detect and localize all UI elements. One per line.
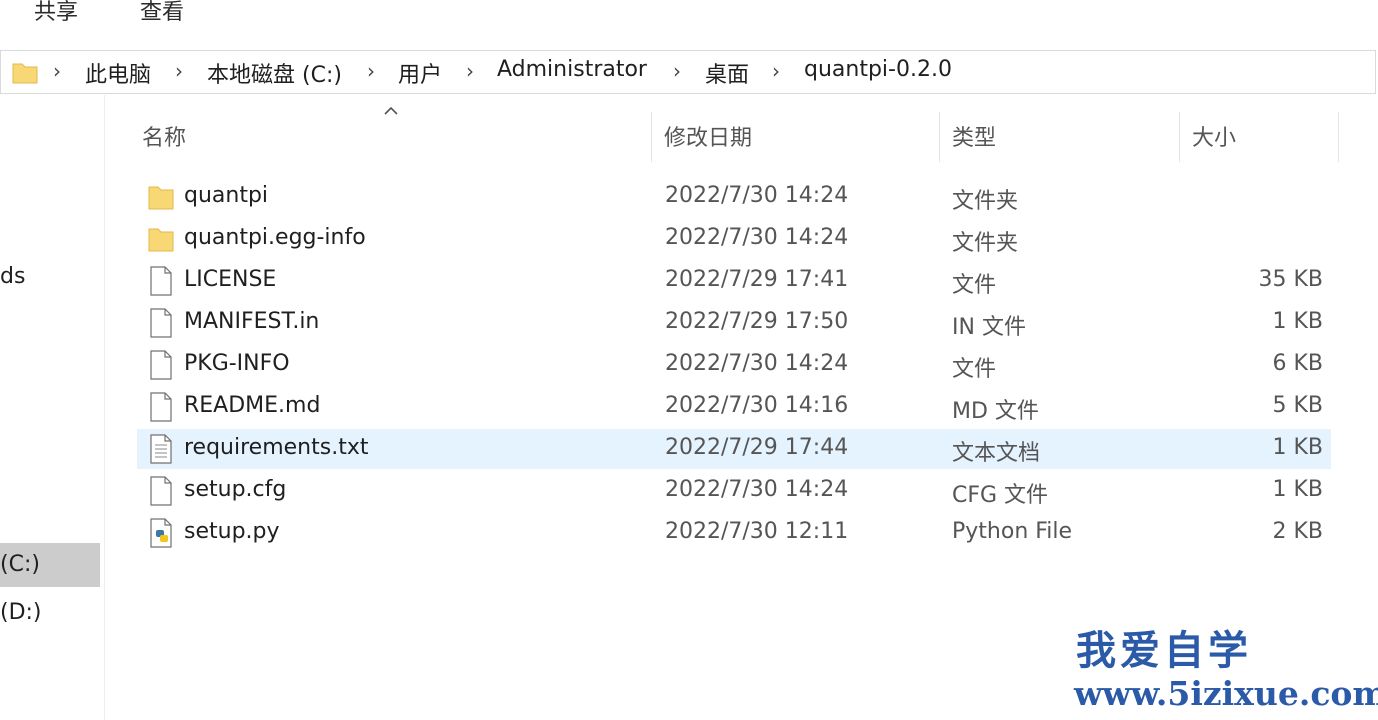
file-name: quantpi (184, 183, 269, 208)
file-date: 2022/7/30 14:24 (665, 225, 849, 250)
file-name: PKG-INFO (184, 351, 290, 376)
breadcrumb-administrator[interactable]: Administrator (497, 57, 647, 82)
file-name: setup.py (184, 519, 280, 544)
tab-share[interactable]: 共享 (34, 0, 78, 26)
breadcrumb-local-disk[interactable]: 本地磁盘 (C:) (207, 57, 342, 89)
file-row[interactable]: MANIFEST.in 2022/7/29 17:50 IN 文件 1 KB (137, 303, 1331, 343)
file-type: IN 文件 (952, 315, 1026, 340)
file-icon (150, 350, 172, 380)
nav-item-drive-d[interactable]: (D:) (0, 591, 100, 635)
ribbon: 共享 查看 (0, 0, 1378, 44)
file-row[interactable]: setup.py 2022/7/30 12:11 Python File 2 K… (137, 513, 1331, 553)
file-type: 文件夹 (952, 189, 1019, 214)
file-type: 文件夹 (952, 231, 1019, 256)
watermark-title: 我爱自学 (1076, 627, 1252, 674)
sort-ascending-icon[interactable] (381, 104, 401, 118)
file-row[interactable]: setup.cfg 2022/7/30 14:24 CFG 文件 1 KB (137, 471, 1331, 511)
file-icon (150, 308, 172, 338)
file-size: 5 KB (1272, 393, 1323, 418)
file-row[interactable]: PKG-INFO 2022/7/30 14:24 文件 6 KB (137, 345, 1331, 385)
file-name: quantpi.egg-info (184, 225, 366, 250)
file-name: README.md (184, 393, 321, 418)
file-row[interactable]: LICENSE 2022/7/29 17:41 文件 35 KB (137, 261, 1331, 301)
column-divider[interactable] (1338, 112, 1339, 162)
file-date: 2022/7/30 14:24 (665, 183, 849, 208)
file-size: 2 KB (1272, 519, 1323, 544)
chevron-right-icon[interactable]: › (673, 59, 681, 83)
watermark-url: www.5izixue.com (1074, 674, 1378, 713)
breadcrumb-users[interactable]: 用户 (398, 57, 442, 89)
file-row[interactable]: README.md 2022/7/30 14:16 MD 文件 5 KB (137, 387, 1331, 427)
file-name: setup.cfg (184, 477, 287, 502)
file-type: CFG 文件 (952, 483, 1049, 508)
breadcrumb-current-folder[interactable]: quantpi-0.2.0 (804, 57, 952, 82)
chevron-right-icon[interactable]: › (367, 59, 375, 83)
file-date: 2022/7/29 17:44 (665, 435, 849, 460)
nav-item-drive-c[interactable]: (C:) (0, 543, 100, 587)
file-type: MD 文件 (952, 399, 1039, 424)
navigation-pane: ds (C:) (D:) (0, 95, 105, 720)
file-date: 2022/7/30 14:16 (665, 393, 849, 418)
file-size: 1 KB (1272, 477, 1323, 502)
column-divider[interactable] (939, 112, 940, 162)
chevron-right-icon[interactable]: › (175, 59, 183, 83)
chevron-right-icon[interactable]: › (466, 59, 474, 83)
chevron-right-icon[interactable]: › (53, 59, 61, 83)
file-date: 2022/7/29 17:50 (665, 309, 849, 334)
column-header-type[interactable]: 类型 (952, 120, 996, 152)
file-icon (150, 266, 172, 296)
file-date: 2022/7/30 14:24 (665, 351, 849, 376)
column-header-name[interactable]: 名称 (142, 120, 186, 152)
file-name: LICENSE (184, 267, 277, 292)
breadcrumb-this-pc[interactable]: 此电脑 (85, 57, 151, 89)
file-date: 2022/7/30 12:11 (665, 519, 849, 544)
file-type: Python File (952, 519, 1073, 544)
file-icon (150, 476, 172, 506)
column-divider[interactable] (651, 112, 652, 162)
nav-item-downloads[interactable]: ds (0, 255, 100, 299)
file-size: 35 KB (1258, 267, 1323, 292)
breadcrumb-desktop[interactable]: 桌面 (705, 57, 749, 89)
file-row[interactable]: quantpi.egg-info 2022/7/30 14:24 文件夹 (137, 219, 1331, 259)
column-divider[interactable] (1179, 112, 1180, 162)
file-type: 文本文档 (952, 441, 1041, 466)
file-icon (150, 392, 172, 422)
tab-view[interactable]: 查看 (140, 0, 184, 26)
address-bar[interactable]: › 此电脑 › 本地磁盘 (C:) › 用户 › Administrator ›… (0, 50, 1376, 94)
file-name: requirements.txt (184, 435, 369, 460)
file-type: 文件 (952, 357, 997, 382)
file-size: 6 KB (1272, 351, 1323, 376)
file-date: 2022/7/29 17:41 (665, 267, 849, 292)
python-file-icon (150, 518, 172, 548)
file-name: MANIFEST.in (184, 309, 320, 334)
file-date: 2022/7/30 14:24 (665, 477, 849, 502)
folder-icon (12, 63, 38, 84)
file-row[interactable]: requirements.txt 2022/7/29 17:44 文本文档 1 … (137, 429, 1331, 469)
file-size: 1 KB (1272, 435, 1323, 460)
column-header-date[interactable]: 修改日期 (664, 120, 752, 152)
chevron-right-icon[interactable]: › (772, 59, 780, 83)
folder-icon (148, 186, 174, 210)
file-type: 文件 (952, 273, 997, 298)
folder-icon (148, 228, 174, 252)
text-file-icon (150, 434, 172, 464)
file-row[interactable]: quantpi 2022/7/30 14:24 文件夹 (137, 177, 1331, 217)
column-header-size[interactable]: 大小 (1192, 120, 1236, 152)
file-size: 1 KB (1272, 309, 1323, 334)
